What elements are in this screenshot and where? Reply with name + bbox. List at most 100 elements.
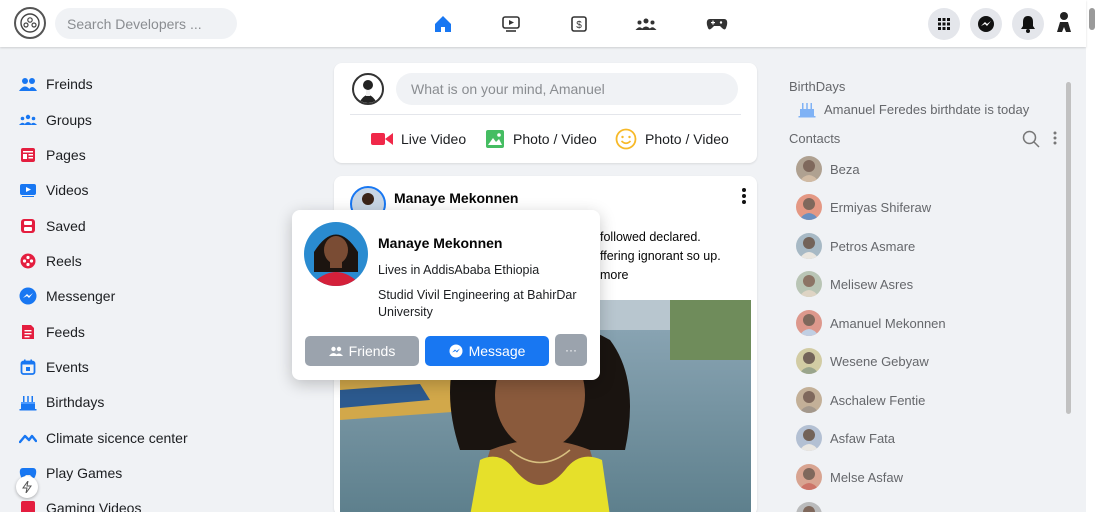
logo-icon (20, 13, 40, 33)
sidebar-item-label: Messenger (46, 288, 116, 304)
birthdays-heading: BirthDays (789, 79, 846, 94)
groups-icon (19, 111, 37, 129)
birthday-text: Amanuel Feredes birthdate is today (824, 101, 1030, 117)
bell-icon[interactable] (1012, 8, 1044, 40)
page-scrollbar[interactable] (1086, 0, 1098, 512)
page-scrollbar-thumb[interactable] (1089, 8, 1095, 30)
message-button[interactable]: Message (425, 336, 549, 366)
profile-name[interactable]: Manaye Mekonnen (378, 235, 502, 251)
photo-icon (486, 130, 504, 148)
sidebar-item-events[interactable]: Events (19, 356, 89, 378)
location-text: Lives in AddisAbaba Ethiopia (378, 263, 540, 277)
contact-item[interactable]: Melisew Asres (796, 271, 913, 297)
messenger-icon[interactable] (970, 8, 1002, 40)
contact-name: Aschalew Fentie (830, 392, 926, 408)
message-button-label: Message (468, 343, 526, 359)
feeds-icon (19, 323, 37, 341)
video-icon[interactable] (500, 13, 522, 35)
birthday-cake-icon (798, 103, 816, 118)
search-input[interactable] (55, 8, 237, 39)
avatar[interactable] (352, 73, 384, 105)
sidebar-item-climate[interactable]: Climate sicence center (19, 427, 188, 449)
contacts-scrollbar[interactable] (1066, 82, 1071, 414)
status-input[interactable]: What is on your mind, Amanuel (396, 73, 738, 105)
sidebar-item-friends[interactable]: Freinds (19, 73, 93, 95)
contact-item[interactable]: Petros Asmare (796, 233, 915, 259)
avatar[interactable] (304, 222, 368, 286)
sidebar-item-label: Freinds (46, 76, 93, 92)
sidebar-item-videos[interactable]: Videos (19, 179, 89, 201)
top-navigation-bar: $ (0, 0, 1086, 47)
contact-item[interactable]: Ermiyas Shiferaw (796, 194, 931, 220)
sidebar-item-groups[interactable]: Groups (19, 109, 92, 131)
sidebar-item-messenger[interactable]: Messenger (19, 285, 115, 307)
messenger-icon (449, 344, 463, 358)
birthday-notice[interactable]: Amanuel Feredes birthdate is today (798, 100, 1029, 118)
contact-name: Melisew Asres (830, 276, 914, 292)
sidebar-item-saved[interactable]: Saved (19, 215, 86, 237)
more-options-icon[interactable] (741, 186, 747, 206)
avatar (796, 310, 822, 336)
saved-icon (19, 217, 37, 235)
post-author[interactable]: Manaye Mekonnen (394, 190, 518, 206)
groups-icon[interactable] (635, 13, 657, 35)
sidebar-item-label: Groups (46, 112, 92, 128)
sidebar-item-gaming-videos[interactable]: Gaming Videos (19, 497, 141, 512)
events-icon (19, 358, 37, 376)
contact-item[interactable]: Wesene Gebyaw (796, 348, 929, 374)
sidebar-item-label: Gaming Videos (46, 500, 142, 512)
contact-item[interactable]: Asfaw Fata (796, 425, 895, 451)
feeling-icon (615, 128, 637, 150)
contact-item[interactable] (796, 502, 822, 512)
friends-button[interactable]: Friends (305, 336, 419, 366)
contact-item[interactable]: Beza (796, 156, 860, 182)
climate-icon (19, 429, 37, 447)
sidebar-item-pages[interactable]: Pages (19, 144, 86, 166)
avatar (796, 156, 822, 182)
avatar (796, 464, 822, 490)
divider (350, 114, 741, 115)
contact-item[interactable]: Amanuel Mekonnen (796, 310, 946, 336)
menu-grid-icon[interactable] (928, 8, 960, 40)
sidebar-item-birthdays[interactable]: Birthdays (19, 391, 104, 413)
post-text-line: ffering ignorant so up. (600, 249, 721, 263)
contact-name: Melse Asfaw (830, 469, 903, 485)
contact-name: Beza (830, 161, 860, 177)
photo-video-label: Photo / Video (513, 131, 597, 147)
gaming-icon[interactable] (706, 13, 728, 35)
contact-item[interactable]: Aschalew Fentie (796, 387, 925, 413)
right-sidebar: BirthDays Amanuel Feredes birthdate is t… (778, 48, 1068, 512)
marketplace-icon[interactable]: $ (568, 13, 590, 35)
contacts-heading: Contacts (789, 131, 841, 146)
home-icon[interactable] (432, 13, 454, 35)
more-options-button[interactable]: ··· (555, 334, 587, 366)
sidebar-item-label: Feeds (46, 324, 85, 340)
feeling-label: Photo / Video (645, 131, 729, 147)
photo-video-button[interactable]: Photo / Video (485, 128, 597, 150)
avatar (796, 348, 822, 374)
sidebar-item-label: Saved (46, 218, 86, 234)
app-logo[interactable] (14, 7, 46, 39)
gaming-video-icon (19, 499, 37, 512)
post-text: followed declared. ffering ignorant so u… (600, 228, 750, 285)
live-video-label: Live Video (401, 131, 467, 147)
sidebar-item-reels[interactable]: Reels (19, 250, 82, 272)
live-video-button[interactable]: Live Video (371, 128, 466, 150)
search-icon[interactable] (1022, 130, 1040, 151)
contact-name: Ermiyas Shiferaw (830, 199, 932, 215)
sidebar-item-feeds[interactable]: Feeds (19, 321, 85, 343)
avatar (796, 387, 822, 413)
sidebar-item-label: Play Games (46, 465, 123, 481)
feeling-button[interactable]: Photo / Video (615, 128, 729, 150)
more-options-icon[interactable] (1053, 131, 1057, 148)
contact-name: Petros Asmare (830, 238, 916, 254)
sidebar-item-label: Birthdays (46, 394, 105, 410)
profile-icon[interactable] (1052, 11, 1074, 33)
lightning-icon[interactable] (16, 476, 38, 498)
contact-item[interactable]: Melse Asfaw (796, 464, 903, 490)
post-text-line: followed declared. (600, 230, 701, 244)
sidebar-item-label: Events (46, 359, 89, 375)
svg-text:$: $ (576, 20, 582, 31)
see-more-link[interactable]: more (600, 266, 750, 285)
avatar (796, 271, 822, 297)
